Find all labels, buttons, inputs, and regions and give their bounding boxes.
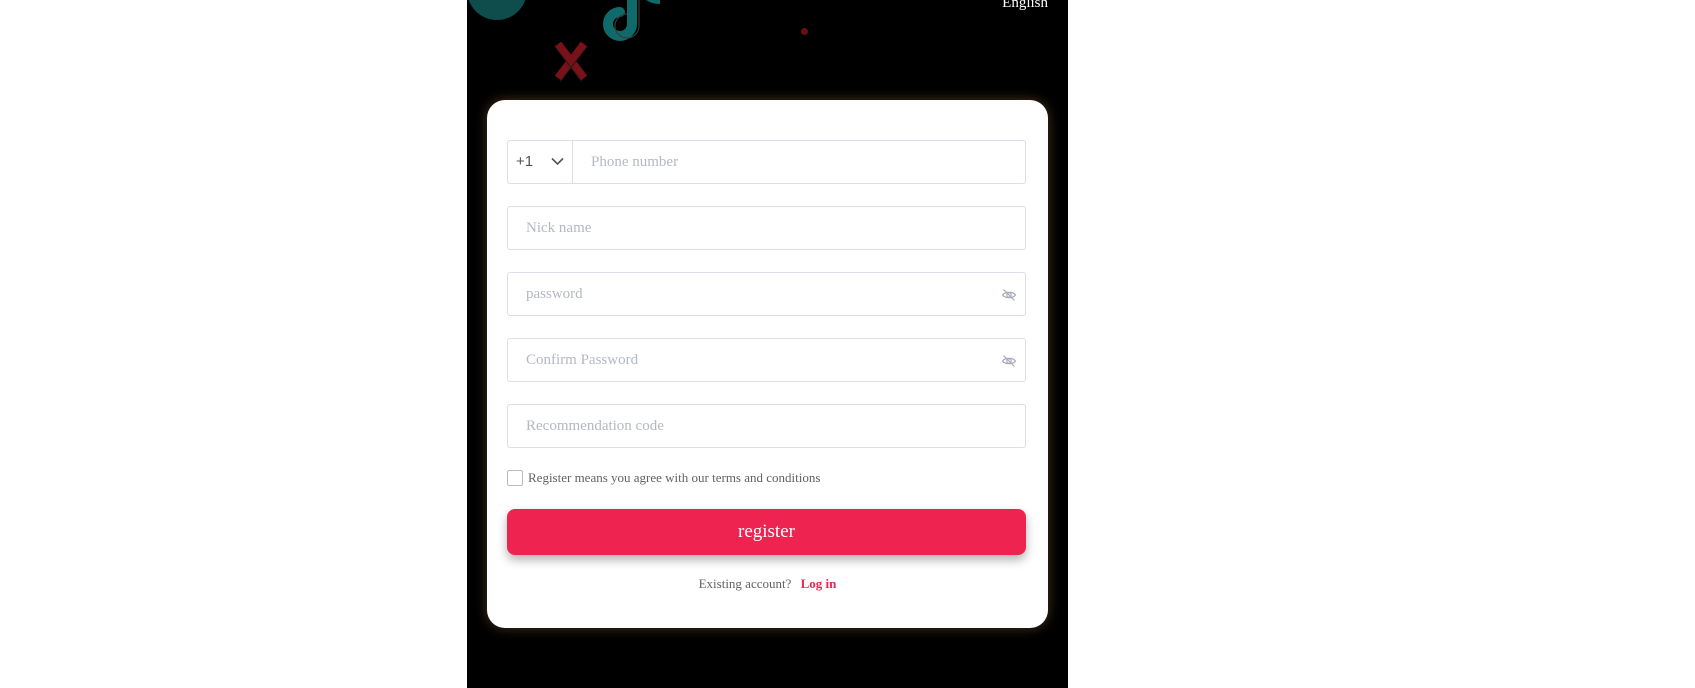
chevron-down-icon: [551, 157, 564, 166]
eye-off-icon[interactable]: [1001, 353, 1017, 369]
eye-off-icon[interactable]: [1001, 287, 1017, 303]
terms-checkbox[interactable]: [507, 470, 523, 486]
register-card: +1 Phone number Nick name Recommendation…: [487, 100, 1048, 628]
register-button[interactable]: register: [507, 509, 1026, 555]
nickname-field: [507, 206, 1026, 250]
login-link[interactable]: Log in: [801, 576, 837, 591]
decorative-circle: [467, 0, 527, 20]
nickname-input[interactable]: [508, 207, 1025, 249]
music-note-logo-icon: [603, 0, 660, 41]
decorative-dot: [801, 28, 808, 35]
existing-account-text: Existing account?: [698, 576, 792, 591]
language-selector[interactable]: English: [1002, 0, 1048, 12]
login-prompt: Existing account? Log in: [487, 576, 1048, 592]
phone-field: +1: [507, 140, 1026, 184]
phone-number-input[interactable]: [573, 141, 1025, 183]
confirm-password-field: [507, 338, 1026, 382]
confirm-password-input[interactable]: [508, 339, 1025, 381]
x-mark-icon: [554, 41, 588, 82]
app-stage: English +1 Phone number Nick name Recomm…: [467, 0, 1068, 688]
terms-text[interactable]: Register means you agree with our terms …: [528, 470, 820, 486]
recommendation-code-field: [507, 404, 1026, 448]
recommendation-code-input[interactable]: [508, 405, 1025, 447]
country-code-selector[interactable]: +1: [508, 141, 573, 183]
password-input[interactable]: [508, 273, 1025, 315]
country-code-value: +1: [516, 153, 534, 170]
password-field: [507, 272, 1026, 316]
